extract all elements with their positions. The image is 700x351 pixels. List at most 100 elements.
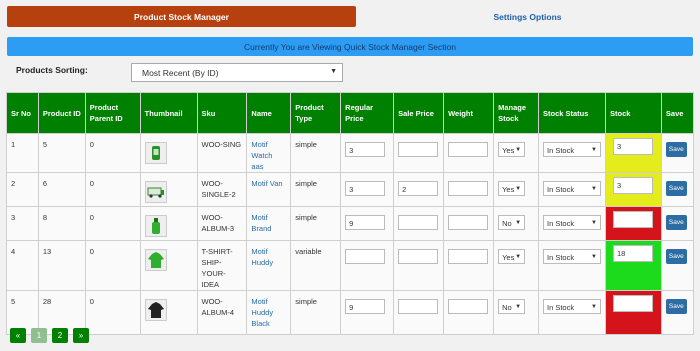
save-button[interactable]: Save bbox=[665, 215, 687, 230]
save-button[interactable]: Save bbox=[665, 142, 687, 157]
chevron-down-icon: ▼ bbox=[591, 220, 597, 226]
sku: T-SHIRT-SHIP-YOUR-IDEA bbox=[201, 247, 233, 289]
stock-status-select[interactable]: In Stock ▼ bbox=[543, 181, 601, 196]
stock-status-select[interactable]: In Stock ▼ bbox=[543, 142, 601, 157]
weight-input[interactable] bbox=[448, 215, 489, 230]
stock-cell: 18 bbox=[605, 240, 662, 291]
tab-bar: Product Stock Manager Settings Options bbox=[7, 6, 693, 27]
sr-no: 3 bbox=[11, 213, 16, 222]
sorting-label: Products Sorting: bbox=[16, 65, 88, 75]
thumb-watch-icon bbox=[144, 142, 167, 164]
regular-price-input[interactable]: 9 bbox=[345, 215, 386, 230]
manage-stock-select[interactable]: Yes ▼ bbox=[498, 249, 526, 264]
sorting-select[interactable]: Most Recent (By ID) ▼ bbox=[131, 63, 343, 82]
stock-input[interactable] bbox=[613, 295, 653, 312]
manage-stock-select-value: No bbox=[502, 219, 512, 228]
stock-cell bbox=[605, 206, 662, 241]
sale-price-input[interactable] bbox=[398, 215, 439, 230]
parent-id: 0 bbox=[89, 179, 94, 188]
pagination-page-2[interactable]: 2 bbox=[52, 328, 68, 343]
product-type: simple bbox=[295, 140, 317, 149]
parent-id: 0 bbox=[89, 140, 94, 149]
manage-stock-select[interactable]: Yes ▼ bbox=[498, 142, 526, 157]
column-header: Stock bbox=[605, 92, 662, 134]
save-button[interactable]: Save bbox=[665, 299, 687, 314]
weight-input[interactable] bbox=[448, 142, 489, 157]
stock-status-select[interactable]: In Stock ▼ bbox=[543, 249, 601, 264]
chevron-down-icon: ▼ bbox=[515, 254, 522, 260]
stock-status-select[interactable]: In Stock ▼ bbox=[543, 299, 601, 314]
sorting-select-value: Most Recent (By ID) bbox=[142, 67, 219, 78]
stock-cell bbox=[605, 290, 662, 335]
table-row: 2 6 0 WOO-SINGLE-2 Motif Van simple 3 2 Yes ▼ In S… bbox=[6, 172, 695, 207]
save-button[interactable]: Save bbox=[665, 181, 687, 196]
stock-status-select-value: In Stock bbox=[547, 185, 575, 194]
sale-price-input[interactable] bbox=[398, 299, 439, 314]
column-header: Name bbox=[246, 92, 292, 134]
chevron-down-icon: ▼ bbox=[591, 254, 597, 260]
product-name-link: Motif Van bbox=[251, 179, 283, 188]
product-name-link: Motif Huddy Black bbox=[251, 297, 274, 328]
manage-stock-select-value: Yes bbox=[502, 146, 515, 155]
chevron-down-icon: ▼ bbox=[591, 304, 597, 310]
product-type: simple bbox=[295, 179, 317, 188]
regular-price-input[interactable]: 9 bbox=[345, 299, 386, 314]
stock-status-select-value: In Stock bbox=[547, 146, 575, 155]
sr-no: 4 bbox=[11, 247, 16, 256]
product-name-link: Motif Huddy bbox=[251, 247, 274, 267]
manage-stock-select-value: Yes bbox=[502, 185, 515, 194]
pagination: « 1 2 » bbox=[10, 328, 89, 343]
product-id: 8 bbox=[42, 213, 48, 222]
stock-input[interactable] bbox=[613, 211, 653, 228]
sale-price-input[interactable] bbox=[398, 142, 439, 157]
pagination-page-1[interactable]: 1 bbox=[31, 328, 47, 343]
sale-price-input[interactable]: 2 bbox=[398, 181, 439, 196]
info-banner: Currently You are Viewing Quick Stock Ma… bbox=[7, 37, 693, 56]
weight-input[interactable] bbox=[448, 249, 489, 264]
product-id: 6 bbox=[42, 179, 48, 188]
stock-status-select-value: In Stock bbox=[547, 219, 575, 228]
stock-status-select[interactable]: In Stock ▼ bbox=[543, 215, 601, 230]
save-button[interactable]: Save bbox=[665, 249, 687, 264]
tab-product-stock-manager[interactable]: Product Stock Manager bbox=[7, 6, 356, 27]
pagination-first-button[interactable]: « bbox=[10, 328, 26, 343]
pagination-last-button[interactable]: » bbox=[73, 328, 89, 343]
weight-input[interactable] bbox=[448, 181, 489, 196]
column-header: Product Parent ID bbox=[84, 92, 141, 134]
chevron-down-icon: ▼ bbox=[515, 304, 522, 310]
product-type: simple bbox=[295, 213, 317, 222]
chevron-down-icon: ▼ bbox=[591, 147, 597, 153]
regular-price-input[interactable]: 3 bbox=[345, 181, 386, 196]
column-header: Stock Status bbox=[538, 92, 606, 134]
stock-status-select-value: In Stock bbox=[547, 253, 575, 262]
manage-stock-select[interactable]: Yes ▼ bbox=[498, 181, 526, 196]
sr-no: 5 bbox=[11, 297, 16, 306]
manage-stock-select[interactable]: No ▼ bbox=[498, 299, 526, 314]
regular-price-input[interactable]: 3 bbox=[345, 142, 386, 157]
stock-input[interactable]: 3 bbox=[613, 177, 653, 194]
manage-stock-select[interactable]: No ▼ bbox=[498, 215, 526, 230]
parent-id: 0 bbox=[89, 247, 94, 256]
product-name-link: Motif Brand bbox=[251, 213, 272, 233]
product-type: simple bbox=[295, 297, 317, 306]
column-header: Weight bbox=[443, 92, 495, 134]
column-header: Save bbox=[660, 92, 695, 134]
weight-input[interactable] bbox=[448, 299, 489, 314]
sale-price-input[interactable] bbox=[398, 249, 439, 264]
regular-price-input[interactable] bbox=[345, 249, 386, 264]
sku: WOO-SING bbox=[201, 140, 242, 149]
product-table: Sr No Product ID Product Parent ID Thumbnai… bbox=[6, 92, 695, 335]
chevron-down-icon: ▼ bbox=[515, 220, 522, 226]
tab-settings-options[interactable]: Settings Options bbox=[356, 6, 699, 27]
table-row: 1 5 0 WOO-SING Motif Watch aas simple 3 Yes ▼ In … bbox=[6, 133, 695, 173]
manage-stock-select-value: No bbox=[502, 303, 512, 312]
thumb-hoodie-green-icon bbox=[144, 249, 167, 271]
product-id: 13 bbox=[42, 247, 52, 256]
table-header-row: Sr No Product ID Product Parent ID Thumbnai… bbox=[6, 92, 695, 134]
stock-input[interactable]: 18 bbox=[613, 245, 653, 262]
column-header: Product Type bbox=[290, 92, 342, 134]
column-header: Sku bbox=[196, 92, 248, 134]
product-name-link: Motif Watch aas bbox=[251, 140, 273, 171]
column-header: Sr No bbox=[6, 92, 39, 134]
stock-input[interactable]: 3 bbox=[613, 138, 653, 155]
